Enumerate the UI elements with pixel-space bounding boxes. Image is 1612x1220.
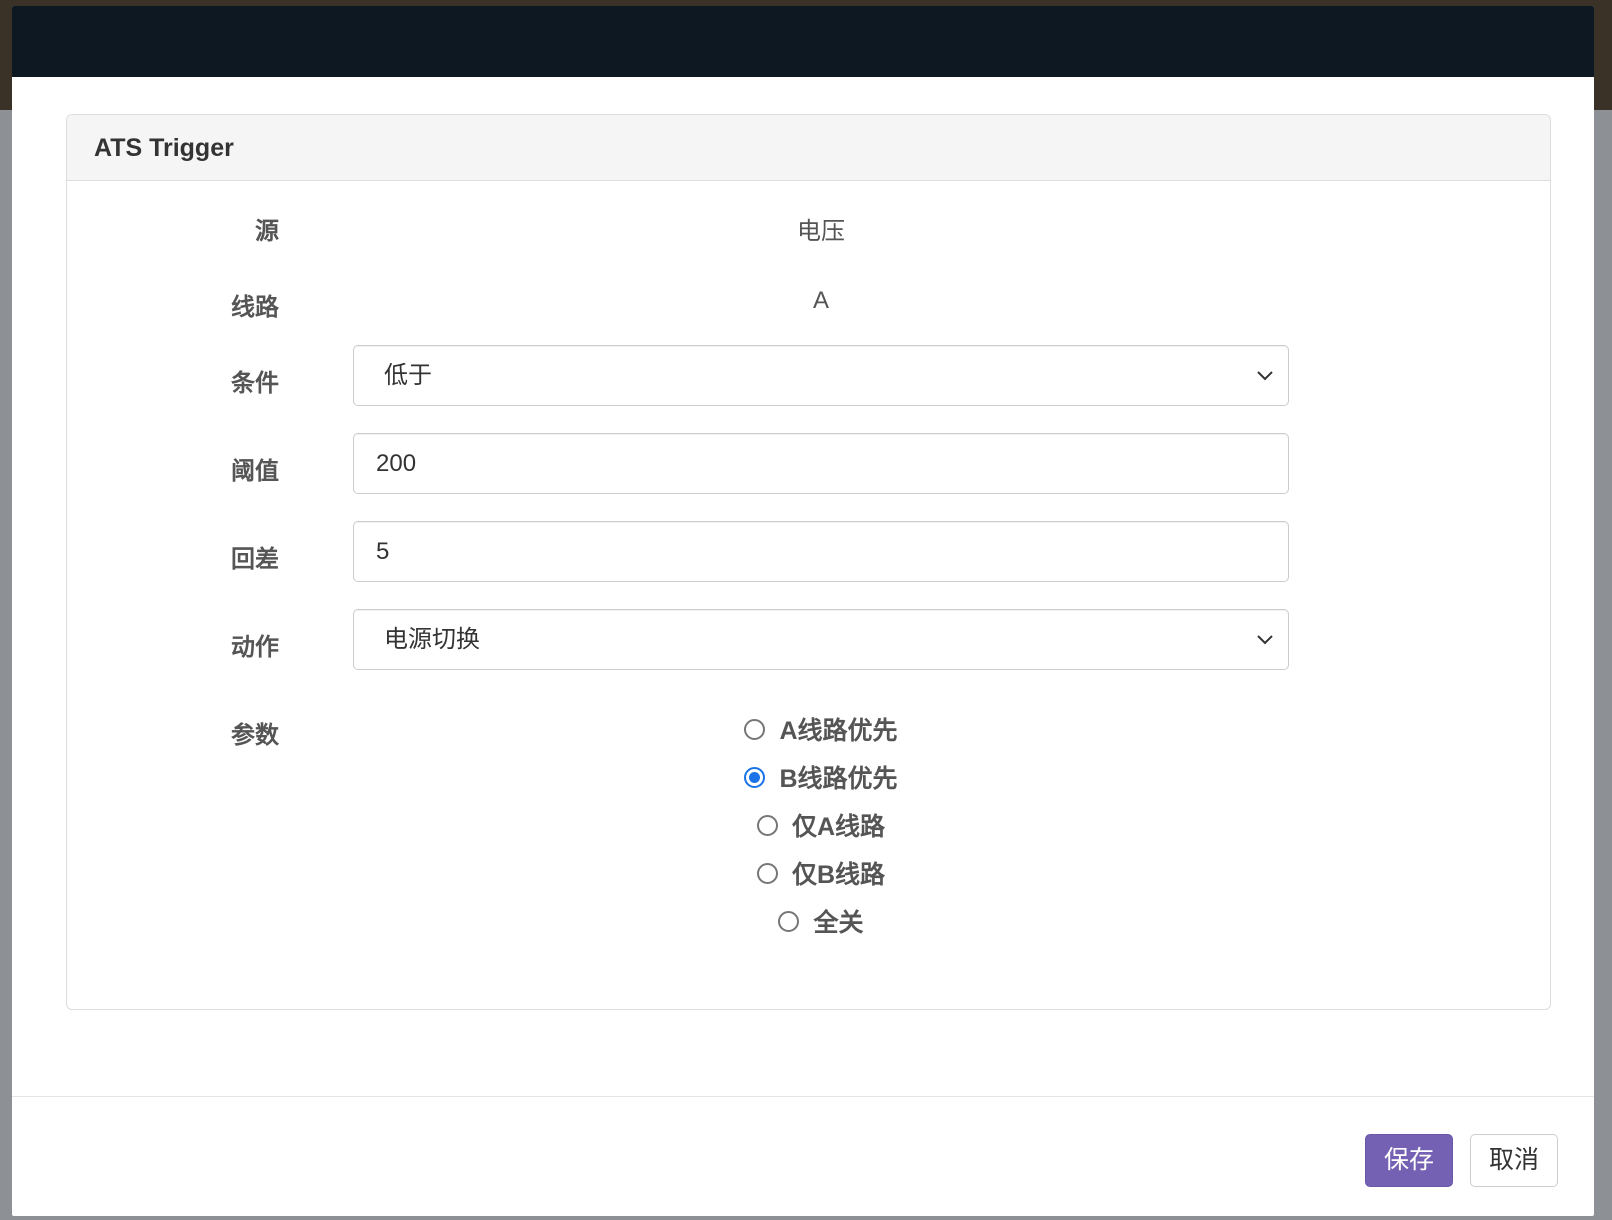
param-option-label: 仅A线路 <box>791 813 886 841</box>
radio-button-checked[interactable] <box>744 766 766 788</box>
source-label: 源 <box>255 218 279 245</box>
param-option-b-priority[interactable]: B线路优先 <box>353 757 1289 797</box>
param-option-label: 全关 <box>813 909 864 937</box>
chevron-down-icon <box>1257 371 1273 381</box>
hysteresis-input[interactable] <box>353 521 1289 582</box>
param-option-label: B线路优先 <box>779 765 898 793</box>
panel-title: ATS Trigger <box>94 134 234 162</box>
radio-button[interactable] <box>744 718 766 740</box>
line-value: A <box>812 287 829 314</box>
radio-button[interactable] <box>756 814 778 836</box>
threshold-label: 阈值 <box>231 458 279 485</box>
radio-button[interactable] <box>778 910 800 932</box>
panel-heading: ATS Trigger <box>67 115 1550 181</box>
param-option-label: 仅B线路 <box>791 861 886 889</box>
params-label: 参数 <box>231 722 279 749</box>
save-button[interactable]: 保存 <box>1365 1134 1453 1187</box>
hysteresis-label: 回差 <box>231 546 279 573</box>
chevron-down-icon <box>1257 635 1273 645</box>
param-option-a-priority[interactable]: A线路优先 <box>353 709 1289 749</box>
param-option-label: A线路优先 <box>779 717 898 745</box>
ats-trigger-modal: ATS Trigger 源 电压 线路 A 条件 低于 阈值 回差 动作 电源切… <box>12 6 1594 1216</box>
cancel-button[interactable]: 取消 <box>1470 1134 1558 1187</box>
modal-footer-divider <box>12 1096 1594 1097</box>
radio-button[interactable] <box>756 862 778 884</box>
ats-trigger-panel: ATS Trigger 源 电压 线路 A 条件 低于 阈值 回差 动作 电源切… <box>66 114 1551 1010</box>
param-option-all-off[interactable]: 全关 <box>353 901 1289 941</box>
threshold-input[interactable] <box>353 433 1289 494</box>
action-selected-value: 电源切换 <box>384 626 480 653</box>
param-option-b-only[interactable]: 仅B线路 <box>353 853 1289 893</box>
condition-label: 条件 <box>231 370 279 397</box>
condition-selected-value: 低于 <box>384 362 432 389</box>
source-value: 电压 <box>797 218 845 245</box>
modal-header <box>12 6 1594 77</box>
condition-select[interactable]: 低于 <box>353 345 1289 406</box>
action-label: 动作 <box>231 634 279 661</box>
line-label: 线路 <box>231 294 279 321</box>
action-select[interactable]: 电源切换 <box>353 609 1289 670</box>
param-option-a-only[interactable]: 仅A线路 <box>353 805 1289 845</box>
